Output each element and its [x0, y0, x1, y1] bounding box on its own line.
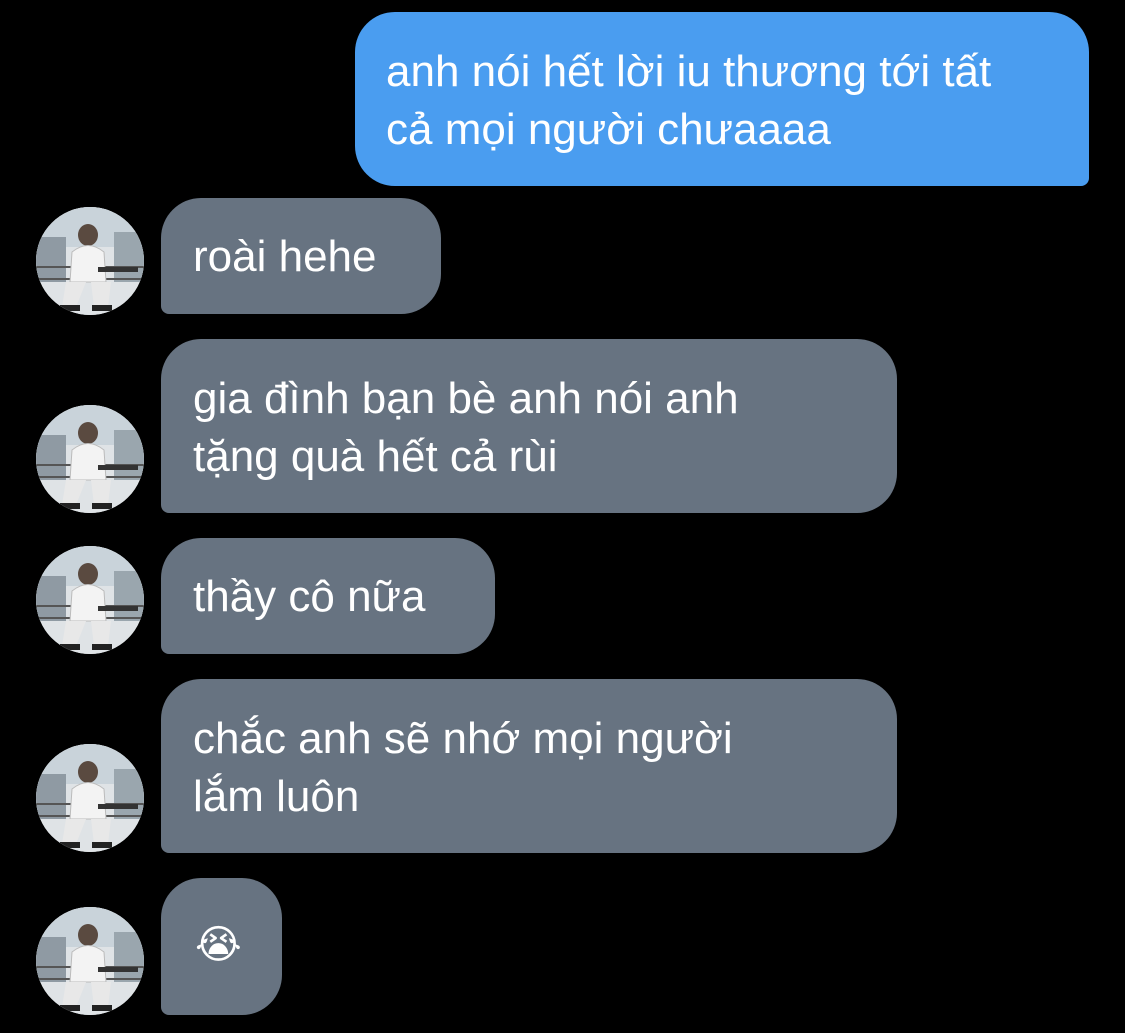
contact-avatar[interactable]	[36, 405, 144, 513]
message-text-line: gia đình bạn bè anh nói anh	[193, 374, 739, 423]
message-text-line: tặng quà hết cả rùi	[193, 432, 558, 481]
incoming-message-bubble[interactable]: roài hehe	[161, 198, 441, 314]
incoming-message-bubble[interactable]: gia đình bạn bè anh nói anh tặng quà hết…	[161, 339, 897, 513]
person-photo-icon	[36, 207, 144, 315]
message-text-line: roài hehe	[193, 232, 377, 281]
incoming-message-bubble[interactable]: 😭	[161, 878, 282, 1015]
message-text-line: chắc anh sẽ nhớ mọi người	[193, 714, 733, 763]
incoming-message-bubble[interactable]: chắc anh sẽ nhớ mọi người lắm luôn	[161, 679, 897, 853]
contact-avatar[interactable]	[36, 744, 144, 852]
message-text-line: lắm luôn	[193, 772, 360, 821]
person-photo-icon	[36, 405, 144, 513]
crying-face-emoji: 😭	[195, 922, 242, 968]
contact-avatar[interactable]	[36, 207, 144, 315]
contact-avatar[interactable]	[36, 907, 144, 1015]
message-text-line: cả mọi người chưaaaa	[386, 105, 831, 154]
person-photo-icon	[36, 907, 144, 1015]
message-text-line: thầy cô nữa	[193, 572, 426, 621]
incoming-message-bubble[interactable]: thầy cô nữa	[161, 538, 495, 654]
person-photo-icon	[36, 546, 144, 654]
outgoing-message-bubble[interactable]: anh nói hết lời iu thương tới tất cả mọi…	[355, 12, 1089, 186]
person-photo-icon	[36, 744, 144, 852]
message-text-line: anh nói hết lời iu thương tới tất	[386, 47, 992, 96]
contact-avatar[interactable]	[36, 546, 144, 654]
